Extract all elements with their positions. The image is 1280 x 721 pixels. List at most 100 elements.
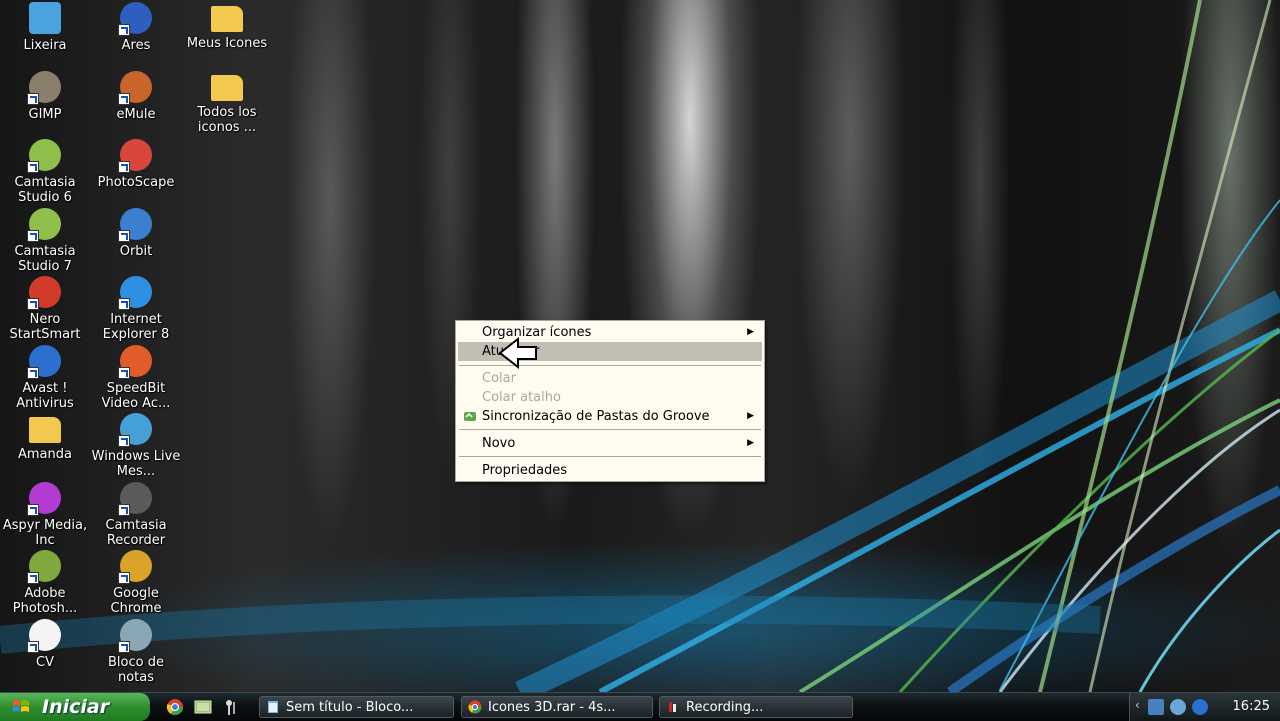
submenu-arrow-icon: ▶ [747,411,754,421]
start-label: Iniciar [42,696,110,718]
tray-app-icon[interactable] [1170,699,1186,715]
desktop-icon-label: eMule [116,106,156,122]
desktop-icon[interactable]: Amanda [0,413,91,462]
recording-icon [669,702,676,712]
desktop-icon[interactable]: Todos los iconos ... [181,71,273,135]
ares-icon [118,2,152,36]
desktop-icon-label: Camtasia Recorder [105,517,167,548]
start-button[interactable]: Iniciar [0,693,150,721]
groove-icon [464,412,476,421]
desktop-icon[interactable]: Windows Live Mes... [90,413,182,479]
menu-separator [459,429,761,430]
desktop-icon-label: Meus Icones [186,36,268,51]
desktop-icon[interactable]: Internet Explorer 8 [90,276,182,342]
desktop-icon-label: Windows Live Mes... [91,449,181,479]
desktop-icon[interactable]: Meus Icones [181,2,273,51]
folder-icon [29,417,61,443]
windows-flag-icon [13,700,29,712]
submenu-arrow-icon: ▶ [747,327,754,337]
desktop-icon[interactable]: GIMP [0,70,91,122]
desktop-icon[interactable]: SpeedBit Video Ac... [90,344,182,411]
desktop-icon[interactable]: Lixeira [0,2,91,53]
desktop-icon-label: SpeedBit Video Ac... [101,380,171,411]
menu-item-propriedades[interactable]: Propriedades [458,461,762,480]
taskbar-button-chrome[interactable]: Icones 3D.rar - 4s... [461,696,653,718]
menu-item-colar-atalho[interactable]: Colar atalho [458,388,762,407]
desktop-icon-label: Bloco de notas [108,654,164,685]
shortcut-arrow-icon [27,92,39,105]
menu-item-label: Colar [482,371,516,386]
desktop-icon[interactable]: PhotoScape [90,139,182,190]
system-tray: ‹ 16:25 [1129,693,1280,721]
folder-icon [211,6,243,32]
shortcut-arrow-icon [27,161,39,173]
internet-explorer-icon [118,276,152,310]
photoshop-icon [27,550,61,584]
shortcut-arrow-icon [27,572,39,584]
camcorder-icon [118,481,152,516]
mouse-cursor-icon [498,337,537,369]
shortcut-arrow-icon [27,229,39,242]
document-icon [27,618,61,653]
menu-item-label: Colar atalho [482,390,561,405]
desktop-icon-label: Ares [121,38,151,53]
chrome-icon [118,550,152,584]
menu-separator [459,456,761,457]
desktop-icon-label: CV [36,654,54,670]
desktop-icon-label: Amanda [18,447,72,462]
menu-item-label: Sincronização de Pastas do Groove [482,409,710,424]
shortcut-arrow-icon [118,640,130,653]
desktop-icon[interactable]: Bloco de notas [90,618,182,685]
notepad-icon [118,618,152,653]
shortcut-arrow-icon [27,503,39,516]
speedbit-icon [118,344,152,379]
desktop-icon[interactable]: Aspyr Media, Inc [0,481,91,548]
avast-tray-icon[interactable] [1192,699,1208,715]
menu-item-sincronizacao-groove[interactable]: Sincronização de Pastas do Groove ▶ [458,407,762,426]
quick-launch-chrome-icon[interactable] [166,698,184,716]
shortcut-arrow-icon [118,435,130,447]
menu-item-colar[interactable]: Colar [458,369,762,388]
quick-launch-desktop-icon[interactable] [194,698,212,716]
avast-icon [27,344,61,379]
desktop-icon-label: Internet Explorer 8 [102,312,170,342]
clock: 16:25 [1232,699,1270,714]
desktop-icon-label: GIMP [28,106,62,122]
quick-launch-media-icon[interactable] [222,698,240,716]
desktop-icon-label: Lixeira [23,38,67,53]
desktop-icon[interactable]: CV [0,618,91,670]
tray-expand-icon[interactable]: ‹ [1135,698,1140,712]
recycle-bin-icon [29,2,61,34]
desktop-icon[interactable]: Ares [90,2,182,53]
menu-item-label: Propriedades [482,463,568,478]
network-icon[interactable] [1148,699,1164,715]
desktop-icon[interactable]: Camtasia Recorder [90,481,182,548]
desktop-icon[interactable]: eMule [90,70,182,122]
desktop-icon[interactable]: Camtasia Studio 6 [0,139,91,205]
photoscape-icon [118,139,152,173]
shortcut-arrow-icon [118,24,130,36]
taskbar-button-notepad[interactable]: Sem título - Bloco... [259,696,454,718]
desktop-icon-label: Avast ! Antivirus [16,380,74,411]
desktop-icon-label: Orbit [119,243,153,259]
menu-item-novo[interactable]: Novo ▶ [458,434,762,453]
taskbar-button-recording[interactable]: Recording... [659,696,853,718]
shortcut-arrow-icon [118,229,130,242]
desktop-icon[interactable]: Orbit [90,207,182,259]
desktop-icon[interactable]: Google Chrome [90,550,182,616]
desktop-icon-label: Camtasia Studio 6 [14,175,76,205]
desktop-icon-label: Camtasia Studio 7 [14,243,76,274]
shortcut-arrow-icon [118,161,130,173]
aspyr-icon [27,481,61,516]
desktop-icon-label: Todos los iconos ... [197,104,257,135]
desktop-icon[interactable]: Avast ! Antivirus [0,344,91,411]
desktop-icon[interactable]: Adobe Photosh... [0,550,91,616]
desktop-icon[interactable]: Nero StartSmart [0,276,91,342]
desktop-icon[interactable]: Camtasia Studio 7 [0,207,91,274]
taskbar-button-label: Recording... [686,700,764,715]
shortcut-arrow-icon [27,298,39,310]
taskbar-button-label: Sem título - Bloco... [286,700,414,715]
camtasia-icon [27,207,61,242]
desktop-icon-label: PhotoScape [97,175,175,190]
submenu-arrow-icon: ▶ [747,438,754,448]
